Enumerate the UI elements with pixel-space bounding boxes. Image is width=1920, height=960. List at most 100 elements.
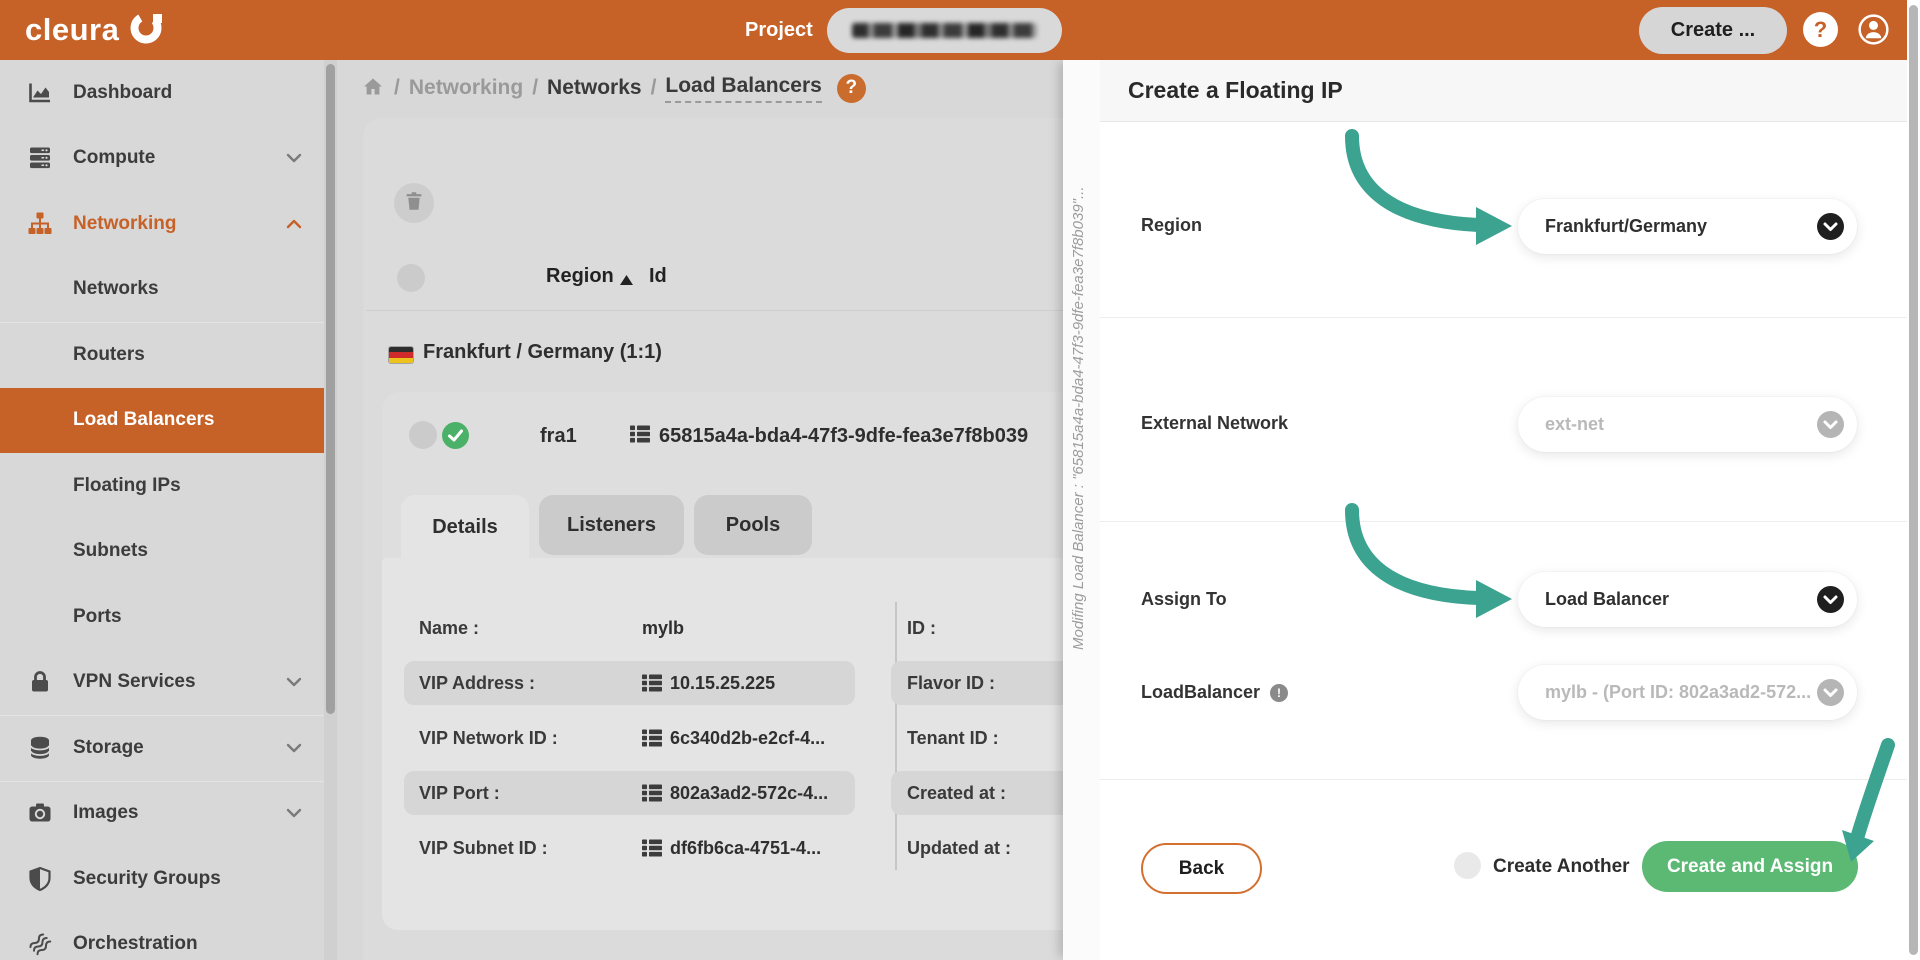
region-field-label: Region — [1141, 215, 1202, 236]
detail-value[interactable]: 802a3ad2-572c-4... — [642, 783, 828, 804]
create-another-toggle[interactable] — [1454, 852, 1481, 879]
region-select-value: Frankfurt/Germany — [1545, 216, 1707, 237]
sidebar-item-label: VPN Services — [73, 671, 196, 693]
sidebar-scrollbar[interactable] — [324, 60, 337, 960]
topbar: cleura Project Create ... ? — [0, 0, 1907, 60]
sidebar-item-security-groups[interactable]: Security Groups — [0, 846, 324, 912]
tab-details[interactable]: Details — [401, 495, 529, 559]
arrow-to-region — [1352, 136, 1478, 225]
breadcrumb-separator: / — [532, 76, 538, 100]
cleura-logo[interactable]: cleura — [25, 9, 165, 52]
section-divider — [1100, 317, 1907, 318]
chevron-down-icon — [284, 151, 304, 165]
database-icon — [27, 735, 53, 761]
user-avatar-icon[interactable] — [1854, 10, 1893, 49]
chevron-up-icon — [284, 217, 304, 231]
modal-context-vertical-text: Modifing Load Balancer : "65815a4a-bda4-… — [1070, 72, 1087, 650]
breadcrumb: / Networking / Networks / Load Balancers… — [361, 60, 866, 116]
column-header-region[interactable]: Region — [546, 265, 614, 288]
tab-pools[interactable]: Pools — [694, 495, 812, 555]
external-network-select[interactable]: ext-net — [1518, 397, 1857, 452]
assign-to-field-label: Assign To — [1141, 589, 1227, 610]
sidebar-item-compute[interactable]: Compute — [0, 126, 324, 192]
sidebar-scrollbar-thumb[interactable] — [326, 64, 335, 714]
trash-icon — [403, 190, 425, 217]
loadbalancer-label-text: LoadBalancer — [1141, 682, 1260, 703]
detail-label: Updated at : — [907, 838, 1011, 859]
detail-label: Name : — [419, 618, 479, 639]
sidebar-item-label: Images — [73, 802, 138, 824]
logo-text: cleura — [25, 12, 119, 48]
detail-value[interactable]: 10.15.25.225 — [642, 673, 775, 694]
camera-icon — [27, 800, 53, 826]
sidebar: Dashboard Compute Networking Networks R — [0, 60, 337, 960]
sidebar-item-routers[interactable]: Routers — [0, 322, 324, 388]
sort-asc-icon[interactable] — [620, 272, 633, 290]
germany-flag-icon — [389, 347, 413, 363]
list-icon — [630, 425, 650, 448]
tab-listeners[interactable]: Listeners — [539, 495, 684, 555]
breadcrumb-load-balancers[interactable]: Load Balancers — [665, 74, 821, 103]
sidebar-item-networking[interactable]: Networking — [0, 191, 324, 257]
arrow-to-submit — [1858, 745, 1888, 835]
sidebar-item-networks[interactable]: Networks — [0, 257, 324, 323]
chevron-down-icon — [284, 675, 304, 689]
back-button[interactable]: Back — [1141, 843, 1262, 894]
panel-title: Create a Floating IP — [1128, 77, 1343, 104]
row-checkbox[interactable] — [409, 421, 437, 449]
detail-label: VIP Subnet ID : — [419, 838, 548, 859]
sidebar-item-label: Storage — [73, 737, 144, 759]
project-selector[interactable] — [827, 8, 1062, 53]
create-and-assign-button[interactable]: Create and Assign — [1642, 841, 1858, 892]
info-icon[interactable]: ! — [1270, 684, 1288, 702]
section-divider — [1100, 779, 1907, 780]
detail-value[interactable]: df6fb6ca-4751-4... — [642, 838, 821, 859]
breadcrumb-networking[interactable]: Networking — [409, 76, 523, 100]
help-icon[interactable]: ? — [1803, 12, 1838, 47]
detail-label: VIP Port : — [419, 783, 500, 804]
sidebar-item-vpn-services[interactable]: VPN Services — [0, 650, 324, 716]
project-name-redacted — [852, 23, 1037, 38]
create-button[interactable]: Create ... — [1639, 7, 1787, 54]
select-all-checkbox[interactable] — [397, 264, 425, 292]
sidebar-item-orchestration[interactable]: Orchestration — [0, 912, 324, 960]
chevron-down-icon — [284, 741, 304, 755]
breadcrumb-networks[interactable]: Networks — [547, 76, 642, 100]
home-icon[interactable] — [361, 75, 385, 102]
detail-label: Created at : — [907, 783, 1006, 804]
page-scrollbar-thumb[interactable] — [1909, 5, 1918, 955]
modal-edge-strip: Modifing Load Balancer : "65815a4a-bda4-… — [1063, 60, 1100, 960]
detail-label: Flavor ID : — [907, 673, 995, 694]
region-select[interactable]: Frankfurt/Germany — [1518, 199, 1857, 254]
detail-row-vip-network-id: VIP Network ID : 6c340d2b-e2cf-4... — [404, 716, 855, 760]
sidebar-item-subnets[interactable]: Subnets — [0, 519, 324, 585]
sidebar-item-load-balancers[interactable]: Load Balancers — [0, 388, 324, 454]
sidebar-item-dashboard[interactable]: Dashboard — [0, 60, 324, 126]
assign-to-select[interactable]: Load Balancer — [1518, 572, 1857, 627]
sidebar-item-storage[interactable]: Storage — [0, 715, 324, 781]
sidebar-item-label: Floating IPs — [73, 475, 181, 497]
panel-header: Create a Floating IP — [1100, 60, 1907, 122]
network-icon — [27, 211, 53, 237]
loadbalancer-select[interactable]: mylb - (Port ID: 802a3ad2-572... — [1518, 665, 1857, 720]
breadcrumb-help-icon[interactable]: ? — [837, 74, 866, 103]
column-header-id[interactable]: Id — [649, 265, 667, 288]
external-network-select-value: ext-net — [1545, 414, 1604, 435]
chevron-down-icon[interactable] — [1817, 586, 1844, 613]
region-group-label: Frankfurt / Germany (1:1) — [423, 341, 662, 364]
server-icon — [27, 145, 53, 171]
page-scrollbar[interactable] — [1907, 0, 1920, 960]
detail-value: mylb — [642, 618, 684, 639]
shield-icon — [27, 866, 53, 892]
sidebar-item-images[interactable]: Images — [0, 781, 324, 847]
chevron-down-icon[interactable] — [1817, 679, 1844, 706]
sidebar-item-ports[interactable]: Ports — [0, 584, 324, 650]
chevron-down-icon[interactable] — [1817, 213, 1844, 240]
detail-value[interactable]: 6c340d2b-e2cf-4... — [642, 728, 825, 749]
sidebar-item-floating-ips[interactable]: Floating IPs — [0, 453, 324, 519]
chevron-down-icon[interactable] — [1817, 411, 1844, 438]
delete-button[interactable] — [394, 183, 434, 223]
project-label: Project — [745, 19, 813, 42]
assign-to-select-value: Load Balancer — [1545, 589, 1669, 610]
app-root: cleura Project Create ... ? — [0, 0, 1920, 960]
